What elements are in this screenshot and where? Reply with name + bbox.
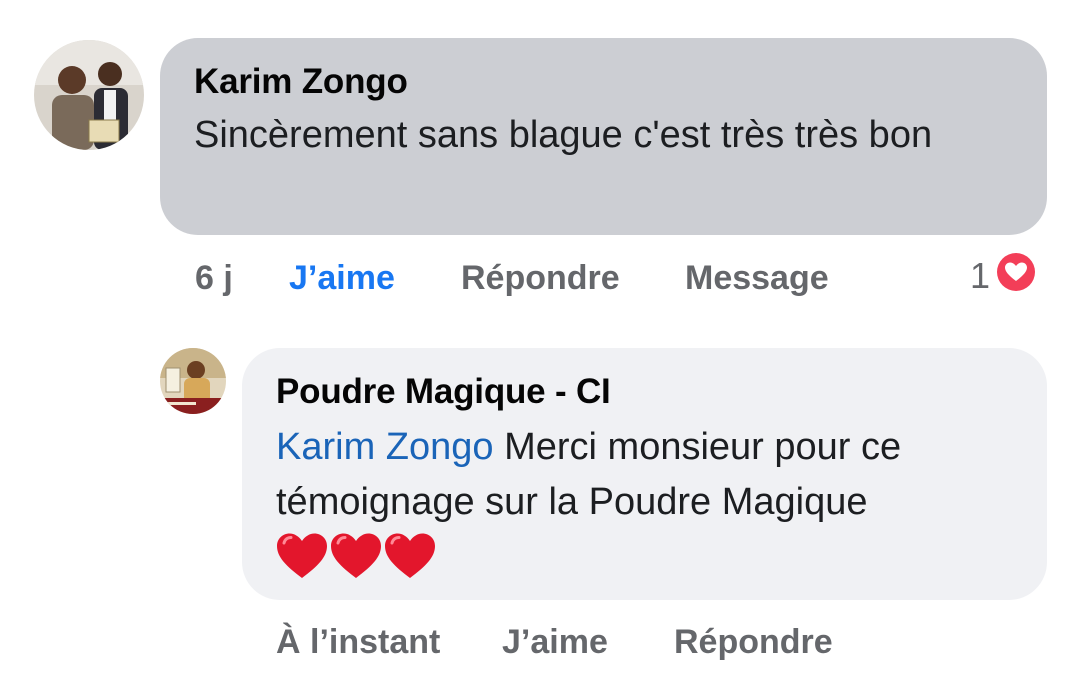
comment-text: Karim Zongo Merci monsieur pour ce témoi… — [276, 420, 1016, 530]
comment-author[interactable]: Karim Zongo — [194, 62, 1013, 102]
comment-actions: 6 j J’aime Répondre Message — [195, 258, 829, 298]
avatar-photo — [34, 40, 144, 150]
avatar[interactable] — [34, 40, 144, 150]
reply-button[interactable]: Répondre — [461, 259, 685, 298]
avatar-photo — [160, 348, 226, 414]
message-button[interactable]: Message — [685, 259, 829, 298]
reply-button[interactable]: Répondre — [674, 623, 833, 662]
reply-actions: À l’instant J’aime Répondre — [276, 622, 833, 662]
comment-timestamp[interactable]: 6 j — [195, 259, 289, 298]
comment-timestamp[interactable]: À l’instant — [276, 623, 502, 662]
reaction-summary[interactable]: 1 — [970, 250, 1038, 298]
comment-thread: Karim Zongo Sincèrement sans blague c'es… — [0, 0, 1080, 690]
comment-bubble: Karim Zongo Sincèrement sans blague c'es… — [160, 38, 1047, 235]
reply-bubble: Poudre Magique - CI Karim Zongo Merci mo… — [242, 348, 1047, 600]
like-button[interactable]: J’aime — [502, 623, 674, 662]
heart-emoji-icon — [385, 533, 435, 578]
avatar[interactable] — [160, 348, 226, 414]
mention-link[interactable]: Karim Zongo — [276, 426, 494, 468]
like-button[interactable]: J’aime — [289, 259, 461, 298]
heart-emoji-icon — [277, 533, 327, 578]
emoji-hearts: ❤️❤️❤️ — [276, 532, 436, 580]
reaction-count: 1 — [970, 255, 991, 296]
heart-emoji-icon — [331, 533, 381, 578]
heart-reaction-icon — [994, 250, 1038, 303]
comment-text: Sincèrement sans blague c'est très très … — [194, 114, 933, 156]
comment-author[interactable]: Poudre Magique - CI — [276, 372, 1013, 412]
